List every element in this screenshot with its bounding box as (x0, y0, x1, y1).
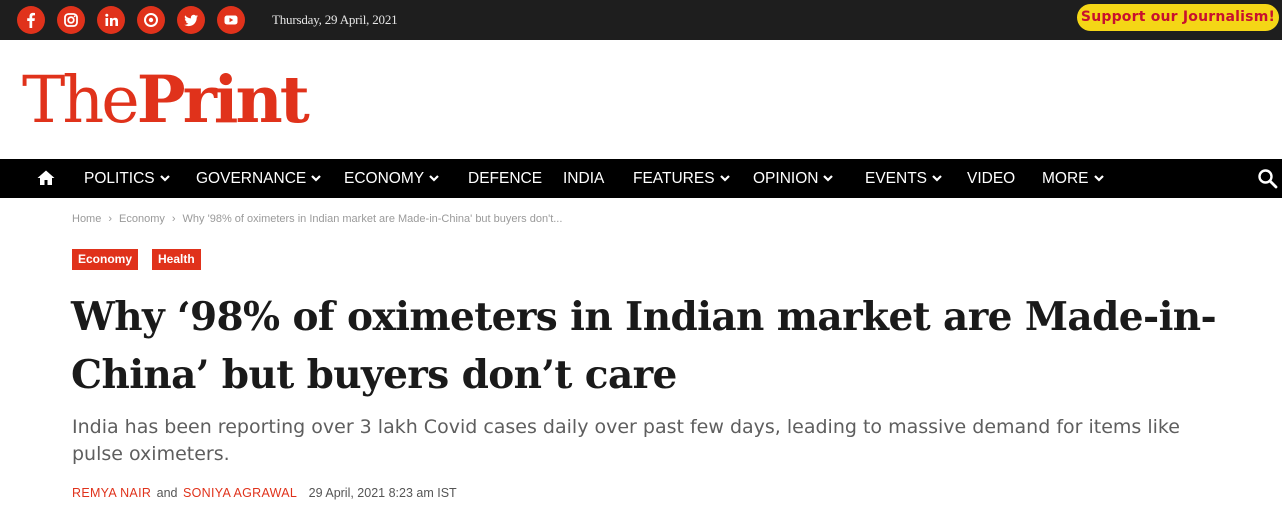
instagram-icon[interactable] (57, 6, 85, 34)
twitter-icon[interactable] (177, 6, 205, 34)
nav-item-features[interactable]: FEATURES (633, 159, 731, 198)
article-headline: Why ‘98% of oximeters in Indian market a… (71, 294, 1217, 398)
author-link[interactable]: Soniya Agrawal (183, 486, 297, 500)
home-icon[interactable] (36, 168, 56, 193)
top-date: Thursday, 29 April, 2021 (272, 12, 398, 27)
logo-text-the: The (22, 63, 140, 138)
author-link[interactable]: Remya Nair (72, 486, 151, 500)
byline: Remya Nair and Soniya Agrawal 29 April, … (72, 486, 457, 500)
nav-item-more[interactable]: MORE (1042, 159, 1105, 198)
breadcrumb-section[interactable]: Economy (119, 213, 165, 225)
chevron-down-icon (823, 175, 834, 182)
breadcrumb-home[interactable]: Home (72, 213, 101, 225)
nav-item-politics[interactable]: POLITICS (84, 159, 171, 198)
publish-date: 29 April, 2021 8:23 am IST (308, 486, 457, 500)
facebook-icon[interactable] (17, 6, 45, 34)
breadcrumb: Home › Economy › Why '98% of oximeters in In… (72, 213, 562, 225)
tag-economy[interactable]: Economy (72, 249, 139, 270)
nav-item-defence[interactable]: DEFENCE (468, 159, 542, 198)
logo-text-print: Print (136, 62, 310, 138)
chevron-down-icon (311, 175, 322, 182)
nav-item-opinion[interactable]: OPINION (753, 159, 834, 198)
tag-health[interactable]: Health (152, 249, 201, 270)
article-subhead: India has been reporting over 3 lakh Cov… (72, 416, 1180, 465)
chevron-down-icon (159, 175, 170, 182)
nav-item-governance[interactable]: GOVERNANCE (196, 159, 322, 198)
nav-item-india[interactable]: INDIA (563, 159, 604, 198)
chevron-down-icon (932, 175, 942, 182)
chevron-down-icon (429, 175, 439, 182)
support-button[interactable]: Support our Journalism! (1077, 4, 1279, 31)
nav-item-events[interactable]: EVENTS (865, 159, 943, 198)
breadcrumb-current: Why '98% of oximeters in Indian market a… (182, 213, 563, 225)
site-logo[interactable]: ThePrint (22, 58, 342, 142)
chevron-down-icon (1093, 175, 1104, 182)
nav-item-economy[interactable]: ECONOMY (344, 159, 440, 198)
main-nav: POLITICS GOVERNANCE ECONOMY DEFENCE INDI… (0, 159, 1282, 198)
nav-item-video[interactable]: VIDEO (967, 159, 1015, 198)
linkedin-icon[interactable] (97, 6, 125, 34)
youtube-icon[interactable] (137, 6, 165, 34)
top-bar: Thursday, 29 April, 2021 Support our Jou… (0, 0, 1282, 40)
chevron-down-icon (719, 175, 730, 182)
video-icon[interactable] (217, 6, 245, 34)
byline-and: and (156, 486, 178, 500)
search-icon[interactable] (1257, 168, 1278, 194)
breadcrumb-separator-icon: › (108, 213, 113, 225)
breadcrumb-separator-icon: › (171, 213, 176, 225)
